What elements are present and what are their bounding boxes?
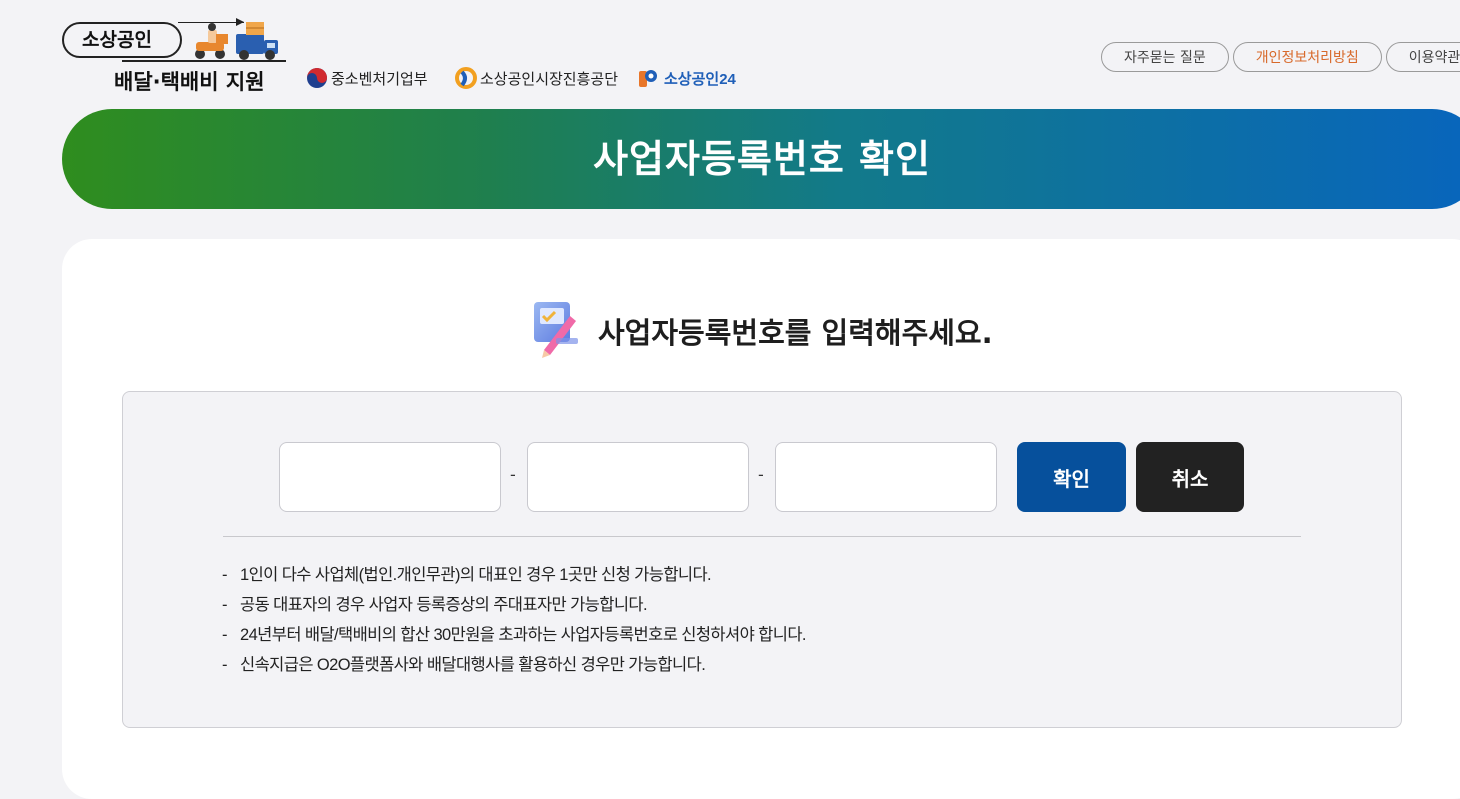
org-semas-label: 소상공인시장진흥공단 xyxy=(480,70,619,88)
taegeuk-icon xyxy=(307,68,327,88)
brn-part2-input[interactable] xyxy=(527,442,749,512)
brn-separator-1: - xyxy=(510,465,516,484)
org-semas[interactable]: 소상공인시장진흥공단 xyxy=(455,67,618,89)
notice-list: -1인이 다수 사업체(법인.개인무관)의 대표인 경우 1곳만 신청 가능합니… xyxy=(222,560,806,680)
p24-logo-icon xyxy=(639,70,657,87)
confirm-button[interactable]: 확인 xyxy=(1017,442,1126,512)
site-logo[interactable]: 소상공인 배달·택배비 지원 xyxy=(62,18,286,94)
semas-logo-icon xyxy=(455,67,477,89)
logo-subtitle: 배달·택배비 지원 xyxy=(114,70,265,94)
brn-part3-input[interactable] xyxy=(775,442,997,512)
notice-item: -1인이 다수 사업체(법인.개인무관)의 대표인 경우 1곳만 신청 가능합니… xyxy=(222,566,712,584)
form-heading: 사업자등록번호를 입력해주세요. xyxy=(530,298,993,364)
org-mss-label: 중소벤처기업부 xyxy=(331,70,428,88)
notice-item: - 신속지급은 O2O플랫폼사와 배달대행사를 활용하신 경우만 가능합니다. xyxy=(222,656,706,674)
cancel-button[interactable]: 취소 xyxy=(1136,442,1244,512)
privacy-policy-link[interactable]: 개인정보처리방침 xyxy=(1232,42,1382,72)
page-banner: 사업자등록번호 확인 xyxy=(62,109,1460,209)
logo-pill-text: 소상공인 xyxy=(62,22,182,58)
terms-link[interactable]: 이용약관 xyxy=(1385,42,1460,72)
org-sbiz24-label: 소상공인24 xyxy=(664,70,736,88)
org-sbiz24[interactable]: 소상공인24 xyxy=(637,67,736,89)
logo-underline xyxy=(122,60,286,62)
delivery-truck-icon xyxy=(195,22,278,60)
faq-link[interactable]: 자주묻는 질문 xyxy=(1101,42,1229,72)
notice-item: - 공동 대표자의 경우 사업자 등록증상의 주대표자만 가능합니다. xyxy=(222,596,648,614)
page-title: 사업자등록번호 확인 xyxy=(593,137,931,181)
form-heading-text: 사업자등록번호를 입력해주세요. xyxy=(598,316,993,350)
brn-separator-2: - xyxy=(758,465,764,484)
org-mss[interactable]: 중소벤처기업부 xyxy=(306,67,428,89)
brn-part1-input[interactable] xyxy=(279,442,501,512)
notice-item: -24년부터 배달/택배비의 합산 30만원을 초과하는 사업자등록번호로 신청… xyxy=(222,626,806,644)
document-pen-icon xyxy=(534,302,578,358)
panel-divider xyxy=(223,536,1301,537)
top-links: 자주묻는 질문 개인정보처리방침 이용약관 xyxy=(1101,42,1460,72)
